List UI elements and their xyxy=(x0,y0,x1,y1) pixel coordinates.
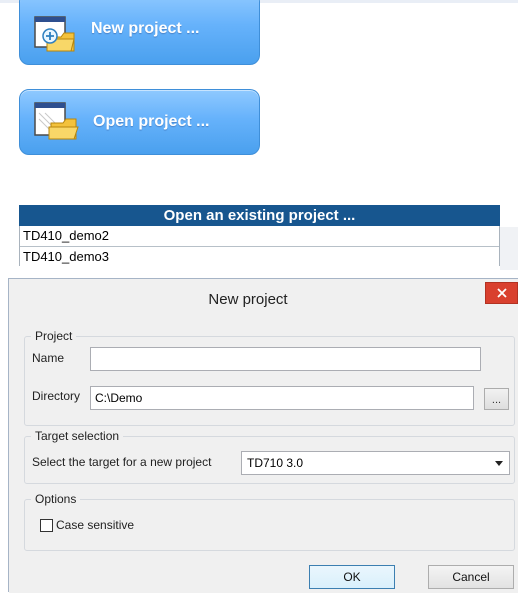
open-project-icon xyxy=(34,102,79,140)
target-selected-value: TD710 3.0 xyxy=(247,456,304,470)
new-project-icon xyxy=(34,15,75,51)
project-group-label: Project xyxy=(31,329,77,343)
options-group-label: Options xyxy=(31,492,81,506)
case-sensitive-label: Case sensitive xyxy=(56,518,135,532)
checkbox-box[interactable] xyxy=(40,518,53,532)
existing-projects-header: Open an existing project ... xyxy=(19,205,500,226)
target-select-label: Select the target for a new project xyxy=(32,455,212,469)
dialog-title: New project xyxy=(208,291,288,308)
open-project-button[interactable]: Open project ... xyxy=(19,89,260,155)
cancel-button[interactable]: Cancel xyxy=(428,565,514,589)
directory-label: Directory xyxy=(32,389,81,403)
ok-button[interactable]: OK xyxy=(309,565,395,589)
list-side-panel xyxy=(500,227,518,270)
new-project-dialog: New project Project Name Directory ... T… xyxy=(8,278,518,593)
target-dropdown[interactable]: TD710 3.0 xyxy=(241,451,510,475)
list-item[interactable]: TD410_demo3 xyxy=(20,247,499,266)
case-sensitive-checkbox[interactable]: Case sensitive xyxy=(40,518,134,532)
new-project-label: New project ... xyxy=(91,19,200,37)
list-item[interactable]: TD410_demo2 xyxy=(20,226,499,247)
open-project-label: Open project ... xyxy=(93,113,210,130)
name-label: Name xyxy=(32,351,65,365)
new-project-button[interactable]: New project ... xyxy=(19,0,260,65)
directory-input[interactable] xyxy=(90,386,474,410)
project-launcher: New project ... Open project ... Open an… xyxy=(0,0,518,278)
close-icon xyxy=(496,288,507,298)
close-button[interactable] xyxy=(485,282,518,304)
chevron-down-icon xyxy=(495,461,503,466)
dialog-titlebar: New project xyxy=(9,279,518,321)
target-group-label: Target selection xyxy=(31,429,124,443)
existing-projects-list: TD410_demo2 TD410_demo3 xyxy=(19,226,500,266)
existing-projects-panel: Open an existing project ... TD410_demo2… xyxy=(19,205,500,266)
browse-button[interactable]: ... xyxy=(484,388,509,410)
name-input[interactable] xyxy=(90,347,481,371)
